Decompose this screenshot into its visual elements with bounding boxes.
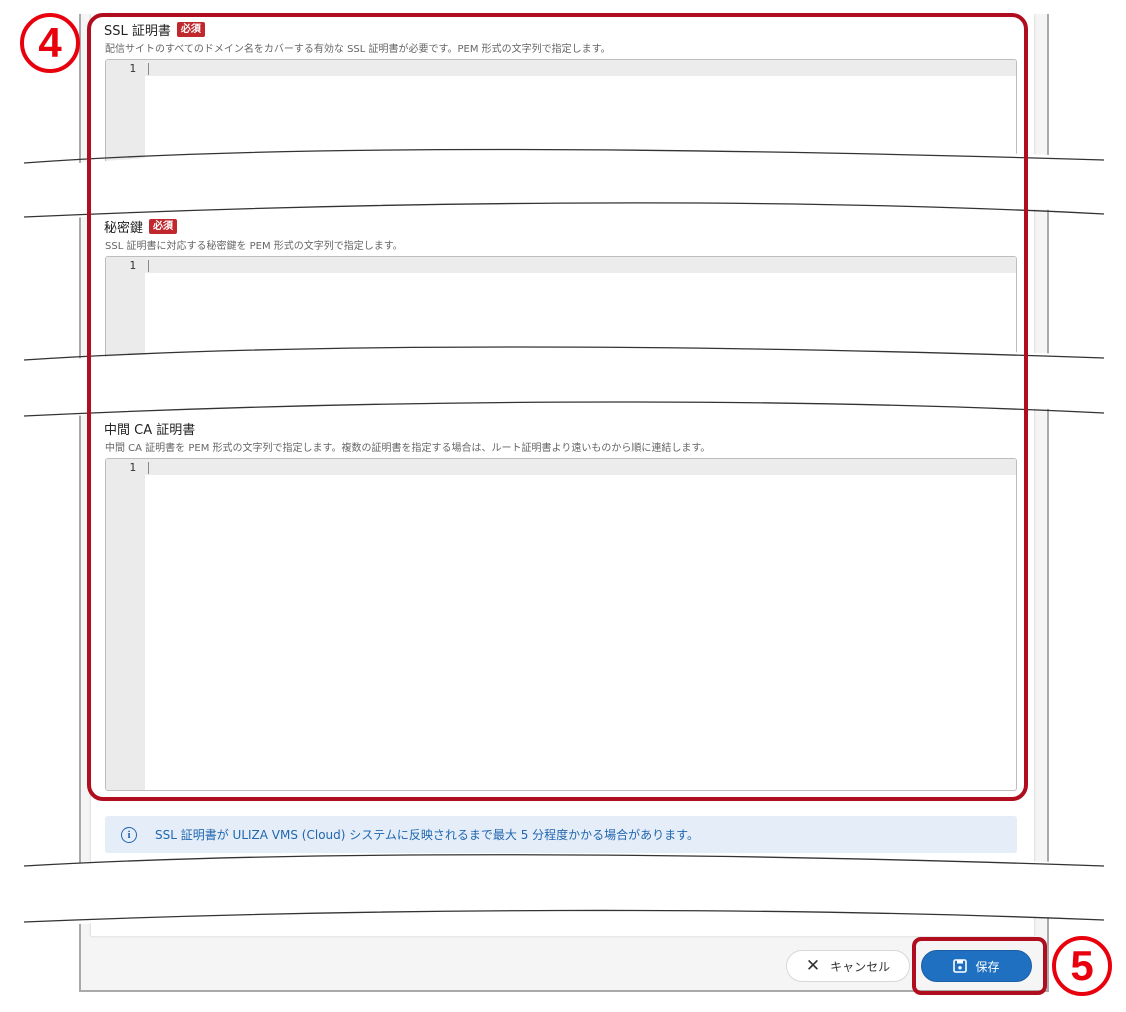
ssl-certificate-label: SSL 証明書 必須 xyxy=(104,20,205,39)
private-key-label: 秘密鍵 必須 xyxy=(104,217,178,236)
line-number: 1 xyxy=(129,259,136,272)
close-icon: ✕ xyxy=(805,956,821,976)
cancel-button[interactable]: ✕ キャンセル xyxy=(786,950,910,982)
line-number-gutter xyxy=(106,60,145,168)
private-key-editor[interactable]: 1 xyxy=(105,256,1017,366)
active-line-highlight xyxy=(145,60,1016,76)
save-icon xyxy=(953,959,968,973)
line-number: 1 xyxy=(129,461,136,474)
active-line-highlight xyxy=(145,459,1016,475)
annotation-marker-4: 4 xyxy=(20,13,80,73)
ssl-certificate-description: 配信サイトのすべてのドメイン名をカバーする有効な SSL 証明書が必要です。PE… xyxy=(105,44,611,55)
line-number: 1 xyxy=(129,62,136,75)
intermediate-ca-label: 中間 CA 証明書 xyxy=(104,419,195,438)
text-cursor xyxy=(148,260,149,272)
save-button[interactable]: 保存 xyxy=(921,950,1032,982)
intermediate-ca-editor[interactable]: 1 xyxy=(105,458,1017,791)
intermediate-ca-description: 中間 CA 証明書を PEM 形式の文字列で指定します。複数の証明書を指定する場… xyxy=(105,443,711,454)
annotation-marker-5: 5 xyxy=(1052,936,1112,996)
info-icon: i xyxy=(121,826,137,843)
ssl-certificate-label-text: SSL 証明書 xyxy=(104,24,171,39)
line-number-gutter xyxy=(106,459,145,790)
required-badge: 必須 xyxy=(176,22,205,37)
text-cursor xyxy=(148,462,149,474)
cancel-button-label: キャンセル xyxy=(830,959,891,974)
text-cursor xyxy=(148,63,149,75)
active-line-highlight xyxy=(145,257,1016,273)
required-badge: 必須 xyxy=(149,219,178,234)
private-key-label-text: 秘密鍵 xyxy=(104,221,144,236)
ssl-certificate-editor[interactable]: 1 xyxy=(105,59,1017,169)
info-message: SSL 証明書が ULIZA VMS (Cloud) システムに反映されるまで最… xyxy=(155,828,699,842)
line-number-gutter xyxy=(106,257,145,365)
private-key-description: SSL 証明書に対応する秘密鍵を PEM 形式の文字列で指定します。 xyxy=(105,241,403,252)
info-banner: i SSL 証明書が ULIZA VMS (Cloud) システムに反映されるま… xyxy=(105,816,1017,853)
save-button-label: 保存 xyxy=(975,959,1000,974)
intermediate-ca-label-text: 中間 CA 証明書 xyxy=(104,423,196,438)
